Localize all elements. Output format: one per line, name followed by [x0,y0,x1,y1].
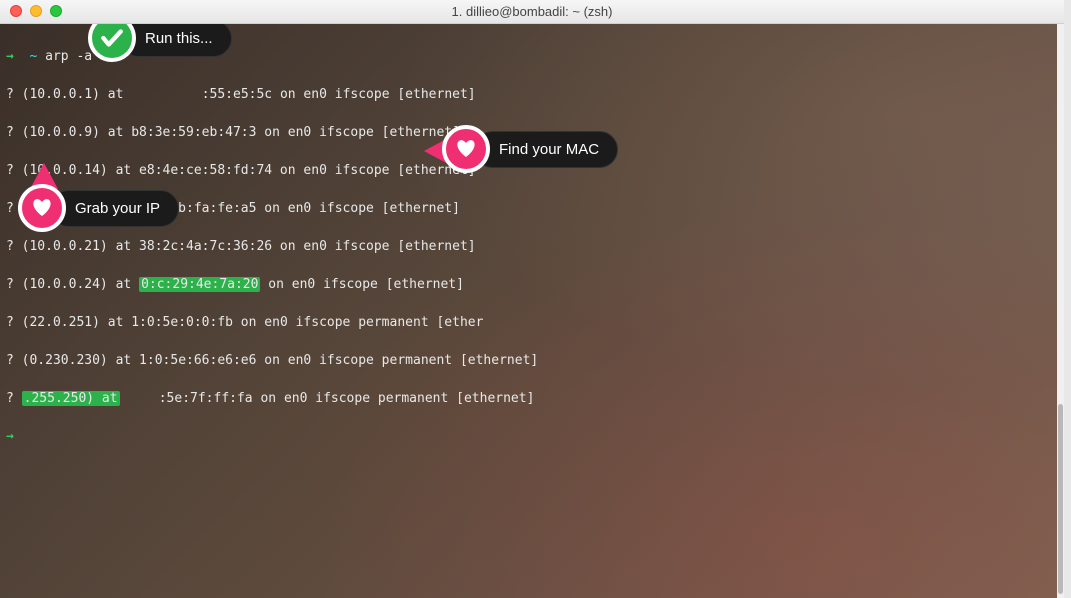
prompt-arrow-icon: → [6,49,14,64]
output-line: ? (0.230.230) at 1:0:5e:66:e6:e6 on en0 … [6,351,1056,370]
terminal-body[interactable]: → ~ arp -a ? (10.0.0.1) at :55:e5:5c on … [0,24,1064,598]
arrow-up-icon [30,163,58,189]
scrollbar-thumb[interactable] [1058,404,1063,594]
window-title: 1. dillieo@bombadil: ~ (zsh) [452,4,613,19]
arrow-left-icon [424,137,450,165]
prompt-arrow-icon: → [6,429,14,444]
maximize-icon[interactable] [50,5,62,17]
traffic-lights [10,5,62,17]
output-line: ? (10.0.0.9) at b8:3e:59:eb:47:3 on en0 … [6,123,1056,142]
output-line: ? (22.0.251) at 1:0:5e:0:0:fb on en0 ifs… [6,313,1056,332]
prompt-path: ~ [29,49,37,64]
prompt-line: → ~ arp -a [6,47,1056,66]
terminal-window: 1. dillieo@bombadil: ~ (zsh) → ~ arp -a … [0,0,1064,598]
titlebar: 1. dillieo@bombadil: ~ (zsh) [0,0,1064,24]
prompt-line: → [6,427,1056,446]
terminal-output: → ~ arp -a ? (10.0.0.1) at :55:e5:5c on … [6,28,1056,484]
output-line: ? (10.0.0.1) at :55:e5:5c on en0 ifscope… [6,85,1056,104]
mac-highlight: 0:c:29:4e:7a:20 [139,277,260,292]
output-line: ? (10.0.0.14) at e8:4e:ce:58:fd:74 on en… [6,161,1056,180]
output-line: ? .255.250) at :5e:7f:ff:fa on en0 ifsco… [6,389,1056,408]
scrollbar[interactable] [1057,24,1064,598]
minimize-icon[interactable] [30,5,42,17]
output-line: ? (10.0.0.24) at 0:c:29:4e:7a:20 on en0 … [6,275,1056,294]
output-line: ? (10.0.0.16) at 0:d:4b:fa:fe:a5 on en0 … [6,199,1056,218]
close-icon[interactable] [10,5,22,17]
ip-highlight: .255.250) at [22,391,120,406]
command-text: arp -a [45,49,92,64]
output-line: ? (10.0.0.21) at 38:2c:4a:7c:36:26 on en… [6,237,1056,256]
